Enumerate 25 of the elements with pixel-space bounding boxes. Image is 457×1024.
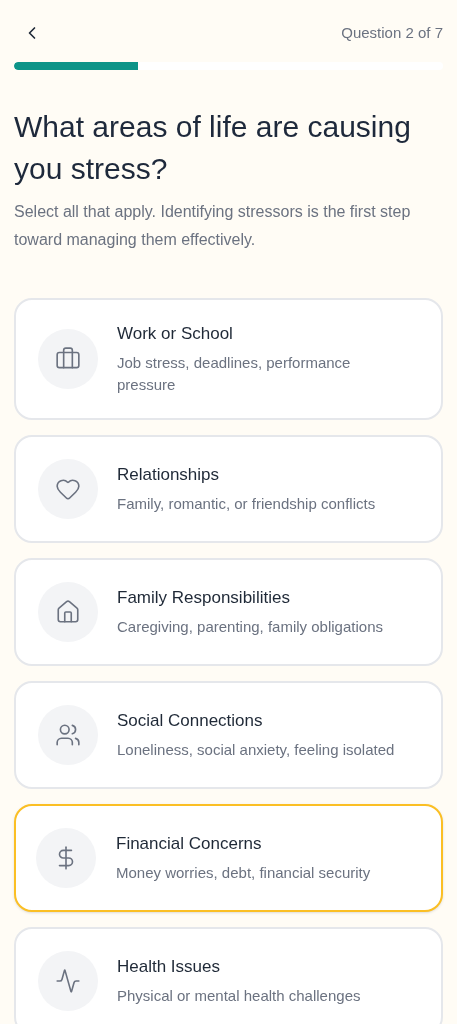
option-card[interactable]: Financial Concerns Money worries, debt, financial security <box>14 804 443 912</box>
progress-text: Question 2 of 7 <box>341 22 443 43</box>
option-card[interactable]: Work or School Job stress, deadlines, performance pressure <box>14 298 443 420</box>
option-title: Work or School <box>117 323 234 345</box>
question-title: What areas of life are causing you stress? <box>14 109 412 187</box>
question-subtitle: Select all that apply. Identifying stressors is the first step toward managing them effectively. <box>14 202 412 250</box>
option-card[interactable]: Social Connections Loneliness, social anxiety, feeling isolated <box>14 681 443 789</box>
option-title: Health Issues <box>117 956 221 978</box>
option-card[interactable]: Family Responsibilities Caregiving, parenting, family obligations <box>14 558 443 666</box>
option-description: Job stress, deadlines, performance pressure <box>117 353 352 395</box>
pulse-icon <box>55 968 81 994</box>
option-title: Financial Concerns <box>116 833 263 855</box>
option-card[interactable]: Health Issues Physical or mental health challenges <box>14 927 443 1024</box>
option-description: Money worries, debt, financial security <box>116 863 372 883</box>
house-icon <box>55 599 81 625</box>
option-description: Caregiving, parenting, family obligations <box>117 617 384 637</box>
option-description: Loneliness, social anxiety, feeling isolated <box>117 740 396 760</box>
option-description: Family, romantic, or friendship conflicts <box>117 494 377 514</box>
people-icon <box>55 722 81 748</box>
option-title: Relationships <box>117 464 221 486</box>
option-title: Family Responsibilities <box>117 587 291 609</box>
option-card[interactable]: Relationships Family, romantic, or friendship conflicts <box>14 435 443 543</box>
heart-icon <box>55 476 81 502</box>
option-title: Social Connections <box>117 710 264 732</box>
option-description: Physical or mental health challenges <box>117 986 362 1006</box>
